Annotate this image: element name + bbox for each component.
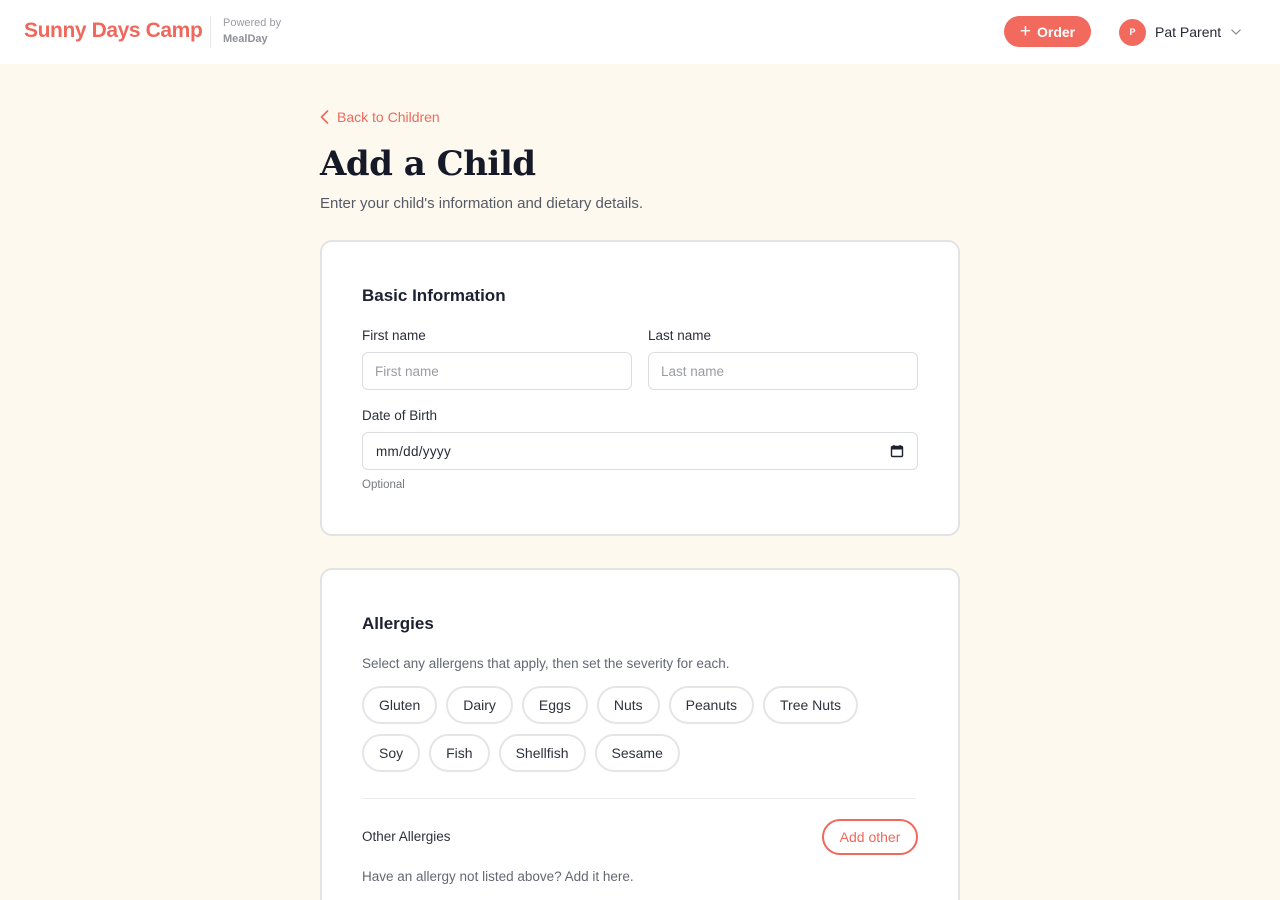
basic-information-card: Basic Information First name Last name D… bbox=[320, 240, 960, 536]
avatar: P bbox=[1119, 18, 1146, 46]
add-other-allergy-button[interactable]: Add other bbox=[822, 819, 918, 855]
other-allergies-label: Other Allergies bbox=[362, 829, 451, 844]
allergen-chip-shellfish[interactable]: Shellfish bbox=[498, 734, 586, 772]
allergen-chip-sesame[interactable]: Sesame bbox=[594, 734, 680, 772]
allergen-chip-dairy[interactable]: Dairy bbox=[446, 686, 513, 724]
other-allergies-description: Have an allergy not listed above? Add it… bbox=[362, 869, 634, 884]
calendar-icon[interactable] bbox=[890, 444, 904, 458]
allergen-chip-eggs[interactable]: Eggs bbox=[521, 686, 588, 724]
back-to-children-link[interactable]: Back to Children bbox=[320, 109, 440, 125]
allergen-chip-fish[interactable]: Fish bbox=[429, 734, 490, 772]
plus-icon: + bbox=[1019, 20, 1031, 42]
brand-divider bbox=[210, 16, 211, 48]
section-divider bbox=[362, 798, 916, 799]
date-of-birth-label: Date of Birth bbox=[362, 408, 438, 423]
allergies-card: Allergies Select any allergens that appl… bbox=[320, 568, 960, 900]
last-name-input[interactable] bbox=[648, 352, 918, 390]
brand-logo[interactable]: Sunny Days Camp bbox=[24, 19, 203, 43]
allergen-chip-soy[interactable]: Soy bbox=[362, 734, 421, 772]
allergies-description: Select any allergens that apply, then se… bbox=[362, 656, 730, 671]
date-of-birth-hint: Optional bbox=[362, 479, 405, 491]
allergen-chip-tree-nuts[interactable]: Tree Nuts bbox=[763, 686, 858, 724]
allergen-chip-peanuts[interactable]: Peanuts bbox=[668, 686, 755, 724]
page-subtitle: Enter your child's information and dieta… bbox=[320, 195, 644, 212]
order-button-label: Order bbox=[1036, 23, 1076, 40]
powered-by-brand: MealDay bbox=[223, 33, 268, 45]
allergen-chip-nuts[interactable]: Nuts bbox=[596, 686, 660, 724]
date-of-birth-input[interactable]: mm/dd/yyyy bbox=[362, 432, 918, 470]
chevron-left-icon bbox=[320, 110, 329, 124]
allergies-title: Allergies bbox=[362, 614, 434, 633]
last-name-label: Last name bbox=[648, 328, 712, 343]
date-of-birth-value: mm/dd/yyyy bbox=[376, 443, 452, 459]
chevron-down-icon bbox=[1231, 27, 1241, 37]
first-name-label: First name bbox=[362, 328, 426, 343]
powered-by-label: Powered by bbox=[223, 17, 282, 29]
basic-information-title: Basic Information bbox=[362, 286, 506, 305]
order-button[interactable]: + Order bbox=[1004, 16, 1091, 47]
allergen-chip-list: Gluten Dairy Eggs Nuts Peanuts Tree Nuts Soy Fi… bbox=[362, 686, 922, 772]
first-name-input[interactable] bbox=[362, 352, 632, 390]
user-menu[interactable]: P Pat Parent bbox=[1119, 18, 1241, 46]
top-header: Sunny Days Camp Powered by MealDay + Ord… bbox=[0, 0, 1280, 64]
user-name: Pat Parent bbox=[1155, 24, 1222, 40]
back-link-label: Back to Children bbox=[337, 109, 440, 125]
allergen-chip-gluten[interactable]: Gluten bbox=[362, 686, 438, 724]
page-title: Add a Child bbox=[320, 144, 536, 184]
